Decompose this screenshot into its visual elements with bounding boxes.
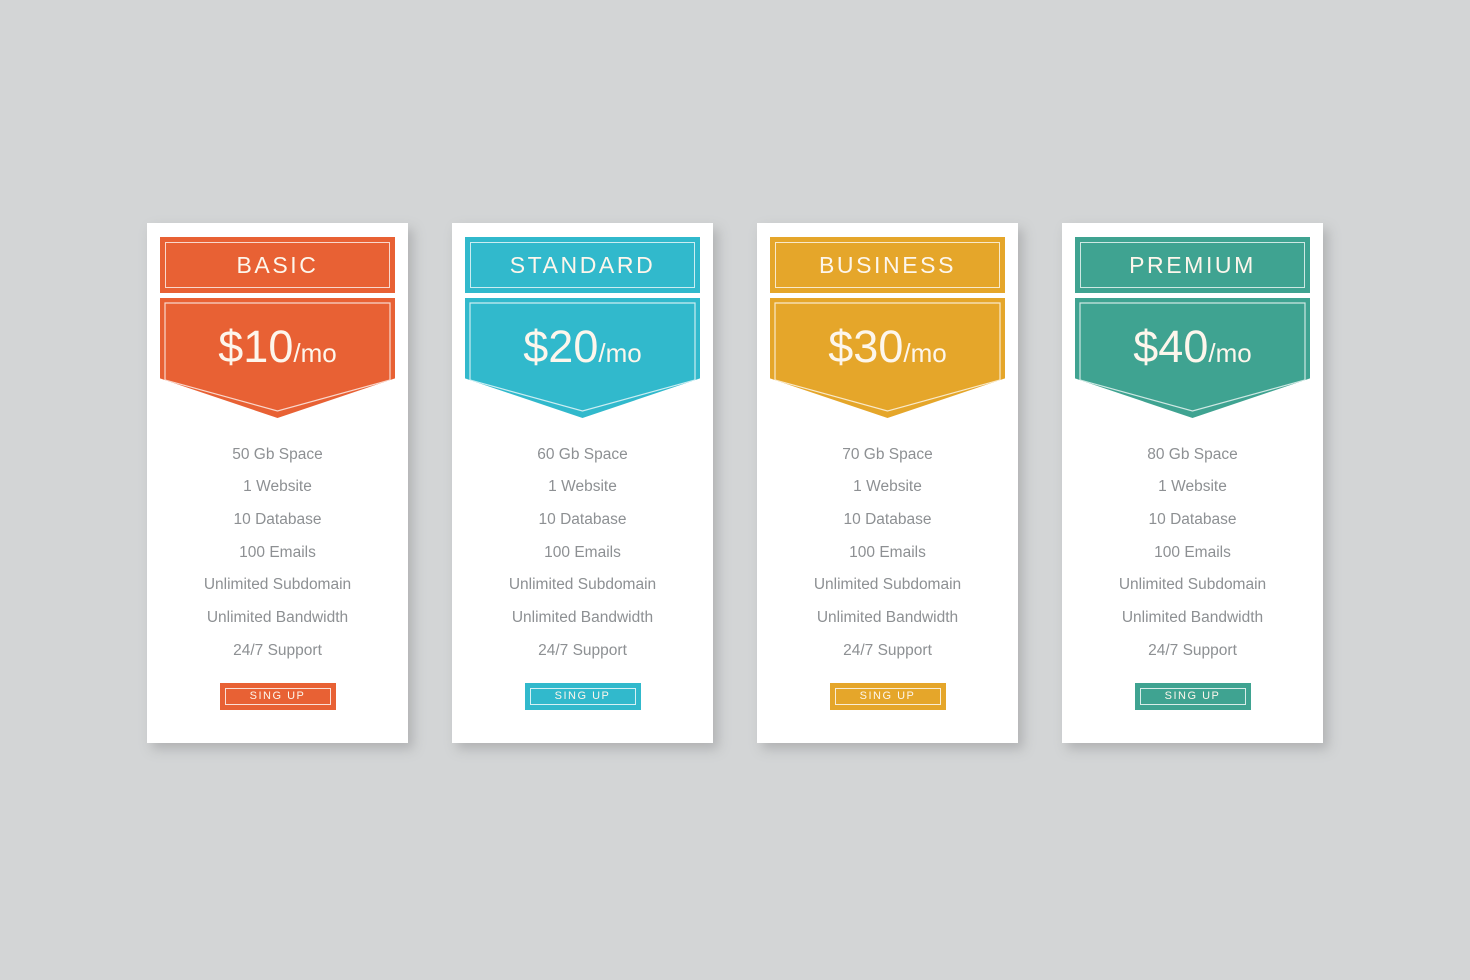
price-amount: $10 (218, 321, 294, 372)
signup-button[interactable]: SING UP (524, 682, 641, 710)
signup-button-label: SING UP (554, 689, 611, 702)
feature-item: 100 Emails (239, 543, 316, 561)
price-amount: $40 (1133, 321, 1209, 372)
feature-item: Unlimited Subdomain (508, 576, 657, 594)
feature-item: 80 Gb Space (1147, 445, 1238, 463)
feature-item: Unlimited Bandwidth (816, 609, 959, 627)
signup-button-label: SING UP (1164, 689, 1221, 702)
feature-item: 10 Database (233, 510, 322, 528)
signup-button[interactable]: SING UP (829, 682, 946, 710)
plan-card: STANDARD $20/mo 60 Gb Space 1 Website 10 Dat… (452, 223, 713, 743)
feature-item: 100 Emails (1154, 543, 1231, 561)
feature-item: 10 Database (843, 510, 932, 528)
plan-header: BUSINESS (770, 237, 1005, 293)
price-banner: $20/mo (465, 298, 700, 418)
feature-item: 100 Emails (544, 543, 621, 561)
price-banner: $10/mo (160, 298, 395, 418)
feature-item: 60 Gb Space (537, 445, 628, 463)
plan-name: BASIC (236, 251, 319, 278)
price-period: /mo (598, 338, 642, 368)
feature-item: 1 Website (243, 478, 312, 496)
price-period: /mo (1208, 338, 1252, 368)
feature-item: Unlimited Bandwidth (1121, 609, 1264, 627)
price-amount: $20 (523, 321, 599, 372)
feature-item: 1 Website (548, 478, 617, 496)
price-amount: $30 (828, 321, 904, 372)
feature-item: 50 Gb Space (232, 445, 323, 463)
plan-name: PREMIUM (1129, 251, 1256, 278)
feature-item: 24/7 Support (233, 641, 322, 659)
plan-name: BUSINESS (818, 251, 957, 278)
plan-name: STANDARD (509, 251, 656, 278)
feature-item: 10 Database (1148, 510, 1237, 528)
feature-list: 70 Gb Space 1 Website 10 Database 100 Email… (757, 438, 1018, 667)
pricing-table: BASIC $10/mo 50 Gb Space 1 Website 10 Databa… (0, 0, 1470, 980)
feature-item: 1 Website (853, 478, 922, 496)
feature-item: 24/7 Support (1148, 641, 1237, 659)
price-banner: $30/mo (770, 298, 1005, 418)
feature-item: Unlimited Subdomain (203, 576, 352, 594)
price-text: $20/mo (523, 324, 641, 369)
plan-header: STANDARD (465, 237, 700, 293)
feature-item: 24/7 Support (538, 641, 627, 659)
price-period: /mo (293, 338, 337, 368)
signup-button-label: SING UP (249, 689, 306, 702)
feature-item: 24/7 Support (843, 641, 932, 659)
plan-card: BUSINESS $30/mo 70 Gb Space 1 Website 10 Dat… (757, 223, 1018, 743)
feature-item: Unlimited Bandwidth (511, 609, 654, 627)
plan-card: PREMIUM $40/mo 80 Gb Space 1 Website 10 Data… (1062, 223, 1323, 743)
signup-button[interactable]: SING UP (1134, 682, 1251, 710)
plan-header: BASIC (160, 237, 395, 293)
feature-item: Unlimited Subdomain (1118, 576, 1267, 594)
price-text: $40/mo (1133, 324, 1251, 369)
price-banner: $40/mo (1075, 298, 1310, 418)
feature-list: 60 Gb Space 1 Website 10 Database 100 Email… (452, 438, 713, 667)
price-text: $30/mo (828, 324, 946, 369)
feature-item: 1 Website (1158, 478, 1227, 496)
price-text: $10/mo (218, 324, 336, 369)
signup-button[interactable]: SING UP (219, 682, 336, 710)
signup-button-label: SING UP (859, 689, 916, 702)
feature-item: 100 Emails (849, 543, 926, 561)
price-period: /mo (903, 338, 947, 368)
plan-card: BASIC $10/mo 50 Gb Space 1 Website 10 Databa… (147, 223, 408, 743)
feature-list: 50 Gb Space 1 Website 10 Database 100 Email… (147, 438, 408, 667)
feature-item: 70 Gb Space (842, 445, 933, 463)
feature-item: 10 Database (538, 510, 627, 528)
feature-item: Unlimited Subdomain (813, 576, 962, 594)
feature-list: 80 Gb Space 1 Website 10 Database 100 Email… (1062, 438, 1323, 667)
feature-item: Unlimited Bandwidth (206, 609, 349, 627)
plan-header: PREMIUM (1075, 237, 1310, 293)
